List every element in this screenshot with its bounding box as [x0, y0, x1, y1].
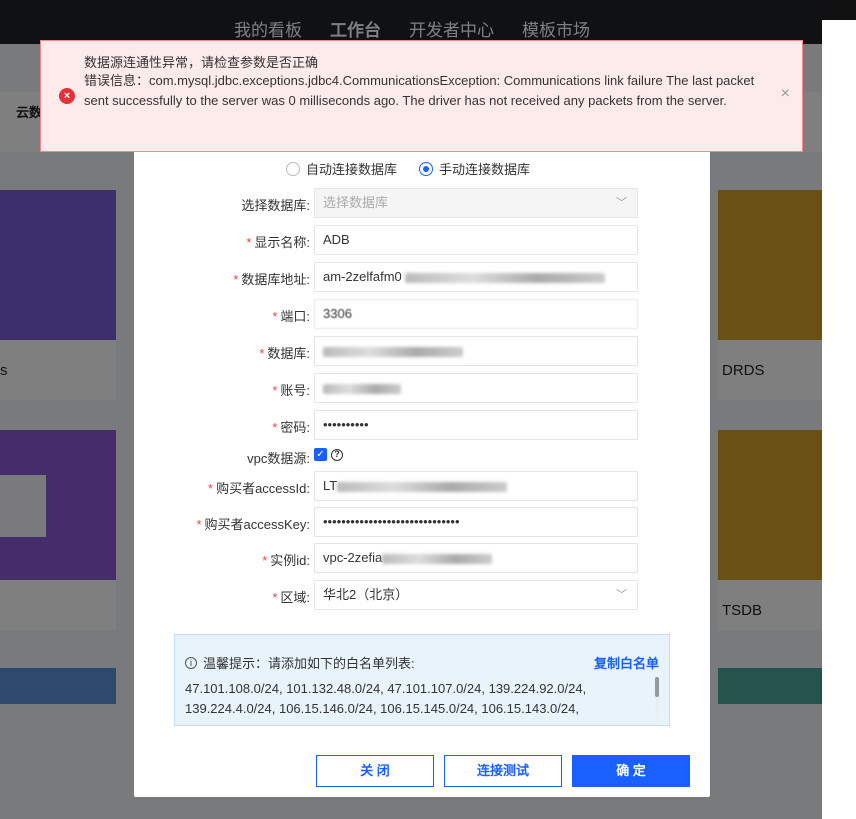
port-input[interactable]: 3306	[314, 299, 638, 329]
row-account: * 账号:	[134, 373, 710, 403]
chevron-down-icon: ﹀	[616, 197, 627, 209]
copy-whitelist-link[interactable]: 复制白名单	[594, 653, 659, 672]
required-mark: *	[272, 383, 278, 398]
label-select-db: 选择数据库:	[241, 198, 310, 213]
select-db-dropdown[interactable]: 选择数据库 ﹀	[314, 188, 638, 218]
tip-label: 温馨提示：请添加如下的白名单列表:	[203, 656, 415, 671]
display-name-input[interactable]: ADB	[314, 225, 638, 255]
row-instance-id: * 实例id: vpc-2zefia	[134, 543, 710, 573]
redacted-text	[405, 272, 606, 283]
required-mark: *	[272, 420, 278, 435]
required-mark: *	[208, 481, 214, 496]
window-edge	[822, 0, 856, 819]
required-mark: *	[233, 272, 239, 287]
required-mark: *	[272, 590, 278, 605]
radio-auto-connect[interactable]	[286, 161, 300, 176]
label-db-address: 数据库地址:	[241, 272, 310, 287]
alert-message: 错误信息：com.mysql.jdbc.exceptions.jdbc4.Com…	[84, 73, 755, 108]
access-id-value: LT	[323, 478, 338, 493]
row-display-name: * 显示名称: ADB	[134, 225, 710, 255]
error-icon: ×	[59, 88, 75, 104]
redacted-text	[382, 553, 493, 564]
select-db-placeholder: 选择数据库	[323, 195, 389, 210]
required-mark: *	[259, 346, 265, 361]
datasource-dialog: 自动连接数据库 手动连接数据库 选择数据库: 选择数据库 ﹀ * 显示名称: AD…	[134, 150, 710, 797]
connection-test-button[interactable]: 连接测试	[444, 755, 562, 787]
label-access-id: 购买者accessId:	[216, 481, 310, 496]
row-password: * 密码: ••••••••••	[134, 410, 710, 440]
label-database: 数据库:	[267, 346, 310, 361]
label-port: 端口:	[280, 309, 310, 324]
region-value: 华北2（北京）	[323, 587, 409, 602]
label-access-key: 购买者accessKey:	[204, 517, 310, 532]
instance-id-value: vpc-2zefia	[323, 550, 383, 565]
required-mark: *	[262, 553, 268, 568]
row-select-db: 选择数据库: 选择数据库 ﹀	[134, 188, 710, 218]
radio-auto-label[interactable]: 自动连接数据库	[306, 159, 397, 178]
label-display-name: 显示名称:	[254, 235, 310, 250]
row-region: * 区域: 华北2（北京） ﹀	[134, 580, 710, 610]
error-alert: × 数据源连通性异常，请检查参数是否正确 错误信息：com.mysql.jdbc…	[40, 40, 803, 152]
db-address-input[interactable]: am-2zelfafm0	[314, 262, 638, 292]
row-db-address: * 数据库地址: am-2zelfafm0	[134, 262, 710, 292]
question-icon[interactable]: ?	[331, 448, 343, 461]
row-vpc: vpc数据源: ✓ ?	[134, 441, 710, 471]
required-mark: *	[272, 309, 278, 324]
account-input[interactable]	[314, 373, 638, 403]
database-input[interactable]	[314, 336, 638, 366]
redacted-text	[337, 481, 508, 492]
background-app: 我的看板 工作台 开发者中心 模板市场 云数 s DRDS TSDB 自动连接数…	[0, 0, 822, 819]
required-mark: *	[196, 517, 202, 532]
row-access-key: * 购买者accessKey: •••••••••••••••••••••••••…	[134, 507, 710, 537]
instance-id-input[interactable]: vpc-2zefia	[314, 543, 638, 573]
info-icon: i	[185, 656, 197, 669]
close-icon[interactable]: ×	[781, 85, 790, 103]
close-button[interactable]: 关 闭	[316, 755, 434, 787]
connect-mode-group: 自动连接数据库 手动连接数据库	[286, 159, 546, 178]
region-select[interactable]: 华北2（北京） ﹀	[314, 580, 638, 610]
access-key-input[interactable]: ••••••••••••••••••••••••••••••	[314, 507, 638, 537]
required-mark: *	[246, 235, 252, 250]
label-password: 密码:	[280, 420, 310, 435]
label-instance-id: 实例id:	[270, 553, 310, 568]
label-account: 账号:	[280, 383, 310, 398]
row-access-id: * 购买者accessId: LT	[134, 471, 710, 501]
row-database: * 数据库:	[134, 336, 710, 366]
label-region: 区域:	[280, 590, 310, 605]
vpc-checkbox[interactable]: ✓	[314, 448, 327, 461]
radio-manual-label[interactable]: 手动连接数据库	[439, 159, 530, 178]
password-input[interactable]: ••••••••••	[314, 410, 638, 440]
db-address-value: am-2zelfafm0	[323, 269, 402, 284]
redacted-text	[323, 383, 401, 394]
chevron-down-icon: ﹀	[616, 589, 627, 601]
redacted-text	[323, 346, 463, 357]
alert-title: 数据源连通性异常，请检查参数是否正确	[84, 55, 319, 70]
whitelist-tip: i 温馨提示：请添加如下的白名单列表: 复制白名单 47.101.108.0/2…	[174, 634, 670, 726]
access-id-input[interactable]: LT	[314, 471, 638, 501]
confirm-button[interactable]: 确 定	[572, 755, 690, 787]
radio-manual-connect[interactable]	[419, 161, 434, 176]
whitelist-ips: 47.101.108.0/24, 101.132.48.0/24, 47.101…	[185, 681, 587, 716]
row-port: * 端口: 3306	[134, 299, 710, 329]
label-vpc: vpc数据源:	[247, 451, 310, 466]
scrollbar[interactable]	[655, 677, 659, 717]
